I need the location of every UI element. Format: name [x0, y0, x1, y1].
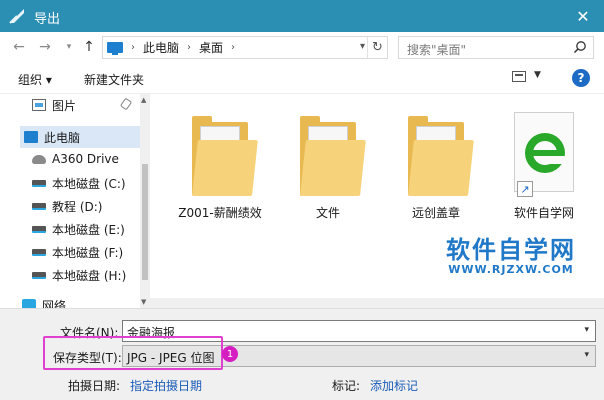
- address-field[interactable]: › 此电脑 › 桌面 › ▾ ↻: [102, 36, 388, 59]
- file-item-label: 远创盖章: [411, 206, 460, 220]
- folder-icon: [192, 116, 258, 196]
- folder-icon: [300, 116, 366, 196]
- refresh-icon[interactable]: ↻: [367, 37, 387, 58]
- breadcrumb-separator: ›: [131, 42, 135, 53]
- close-button[interactable]: ✕: [562, 0, 604, 32]
- computer-icon: [24, 131, 38, 143]
- file-item-label: 软件自学网: [513, 206, 574, 220]
- sidebar-item-network[interactable]: 网络: [0, 294, 150, 308]
- sidebar-item-label: 本地磁盘 (E:): [52, 222, 125, 237]
- back-arrow-icon[interactable]: ←: [10, 38, 28, 56]
- address-bar: ← → ▾ ↑ › 此电脑 › 桌面 › ▾ ↻ 搜索"桌面": [0, 32, 604, 62]
- watermark-url: WWW.RJZXW.COM: [448, 263, 574, 276]
- sidebar-item-drive-e[interactable]: 本地磁盘 (E:): [0, 218, 150, 240]
- sidebar-item-label: A360 Drive: [52, 152, 119, 166]
- chevron-down-icon[interactable]: ▾: [584, 350, 589, 360]
- pictures-icon: [32, 99, 46, 111]
- folder-icon: [408, 116, 474, 196]
- watermark: 软件自学网 WWW.RJZXW.COM: [426, 230, 596, 276]
- chevron-down-icon[interactable]: ▾: [584, 325, 589, 335]
- scroll-down-icon[interactable]: ▼: [141, 298, 146, 306]
- disk-drive-icon: [32, 202, 46, 210]
- command-bar: 组织 ▾ 新建文件夹 ▼ ?: [0, 62, 604, 94]
- date-taken-link[interactable]: 指定拍摄日期: [130, 377, 202, 394]
- breadcrumb-separator: ›: [187, 42, 192, 53]
- tags-link[interactable]: 添加标记: [370, 377, 418, 394]
- sidebar-item-drive-d[interactable]: 教程 (D:): [0, 195, 150, 217]
- watermark-title: 软件自学网: [446, 236, 576, 264]
- date-taken-label: 拍摄日期:: [68, 379, 121, 393]
- organize-menu-button[interactable]: 组织 ▾: [18, 71, 52, 88]
- sidebar-item-label: 图片: [52, 98, 77, 113]
- sidebar-item-drive-f[interactable]: 本地磁盘 (F:): [0, 241, 150, 263]
- breadcrumb-desktop[interactable]: 桌面: [199, 39, 223, 56]
- disk-drive-icon: [32, 248, 46, 256]
- navigation-pane: 图片 此电脑 A360 Drive 本地磁盘 (C:) 教程 (D:) 本地磁盘…: [0, 94, 150, 308]
- search-placeholder: 搜索"桌面": [407, 43, 467, 57]
- search-icon: [573, 41, 586, 54]
- up-arrow-icon[interactable]: ↑: [80, 38, 98, 56]
- computer-icon: [107, 42, 123, 55]
- network-icon: [22, 299, 36, 308]
- pin-icon[interactable]: [119, 97, 133, 111]
- ie-shortcut-icon: ↗: [514, 112, 574, 197]
- highlight-box: [43, 336, 223, 370]
- sidebar-item-drive-c[interactable]: 本地磁盘 (C:): [0, 172, 150, 194]
- file-item-label: Z001-薪酬绩效: [178, 206, 262, 220]
- sidebar-item-drive-h[interactable]: 本地磁盘 (H:): [0, 264, 150, 286]
- tags-label: 标记:: [332, 379, 361, 393]
- sidebar-item-label: 本地磁盘 (C:): [52, 176, 126, 191]
- sidebar-item-label: 本地磁盘 (H:): [52, 268, 127, 283]
- sidebar-item-label: 本地磁盘 (F:): [52, 245, 124, 260]
- recent-locations-chevron-icon[interactable]: ▾: [60, 38, 78, 56]
- sidebar-item-a360-drive[interactable]: A360 Drive: [0, 148, 150, 170]
- view-dropdown-chevron-icon[interactable]: ▼: [534, 70, 541, 80]
- breadcrumb-separator: ›: [231, 42, 236, 53]
- disk-drive-icon: [32, 225, 46, 233]
- address-dropdown-icon[interactable]: ▾: [360, 41, 365, 52]
- file-item-label: 文件: [315, 206, 340, 220]
- sidebar-item-this-pc[interactable]: 此电脑: [20, 126, 140, 148]
- help-icon[interactable]: ?: [572, 69, 590, 87]
- horizontal-scrollbar[interactable]: [150, 298, 604, 308]
- step-badge: 1: [222, 346, 238, 362]
- forward-arrow-icon[interactable]: →: [36, 38, 54, 56]
- title-bar: 导出 ✕: [0, 0, 604, 32]
- sidebar-item-label: 教程 (D:): [52, 199, 103, 214]
- disk-drive-icon: [32, 271, 46, 279]
- breadcrumb-this-pc[interactable]: 此电脑: [143, 39, 179, 56]
- cloud-drive-icon: [32, 154, 46, 164]
- sidebar-item-label: 网络: [42, 298, 67, 309]
- scroll-up-icon[interactable]: ▲: [141, 96, 146, 104]
- sidebar-scrollbar[interactable]: ▲ ▼: [140, 94, 150, 308]
- save-options-panel: 文件名(N): 金融海报 ▾ 保存类型(T): JPG - JPEG 位图 ▾ …: [0, 308, 604, 400]
- new-folder-button[interactable]: 新建文件夹: [84, 71, 144, 88]
- disk-drive-icon: [32, 179, 46, 187]
- shortcut-arrow-icon: ↗: [517, 181, 533, 197]
- window-title: 导出: [34, 12, 61, 27]
- app-icon: [9, 9, 24, 24]
- sidebar-item-label: 此电脑: [44, 130, 81, 145]
- sidebar-item-pictures[interactable]: 图片: [0, 94, 150, 116]
- view-options-icon[interactable]: [512, 71, 526, 82]
- search-input[interactable]: 搜索"桌面": [398, 36, 594, 59]
- scrollbar-thumb[interactable]: [142, 164, 148, 280]
